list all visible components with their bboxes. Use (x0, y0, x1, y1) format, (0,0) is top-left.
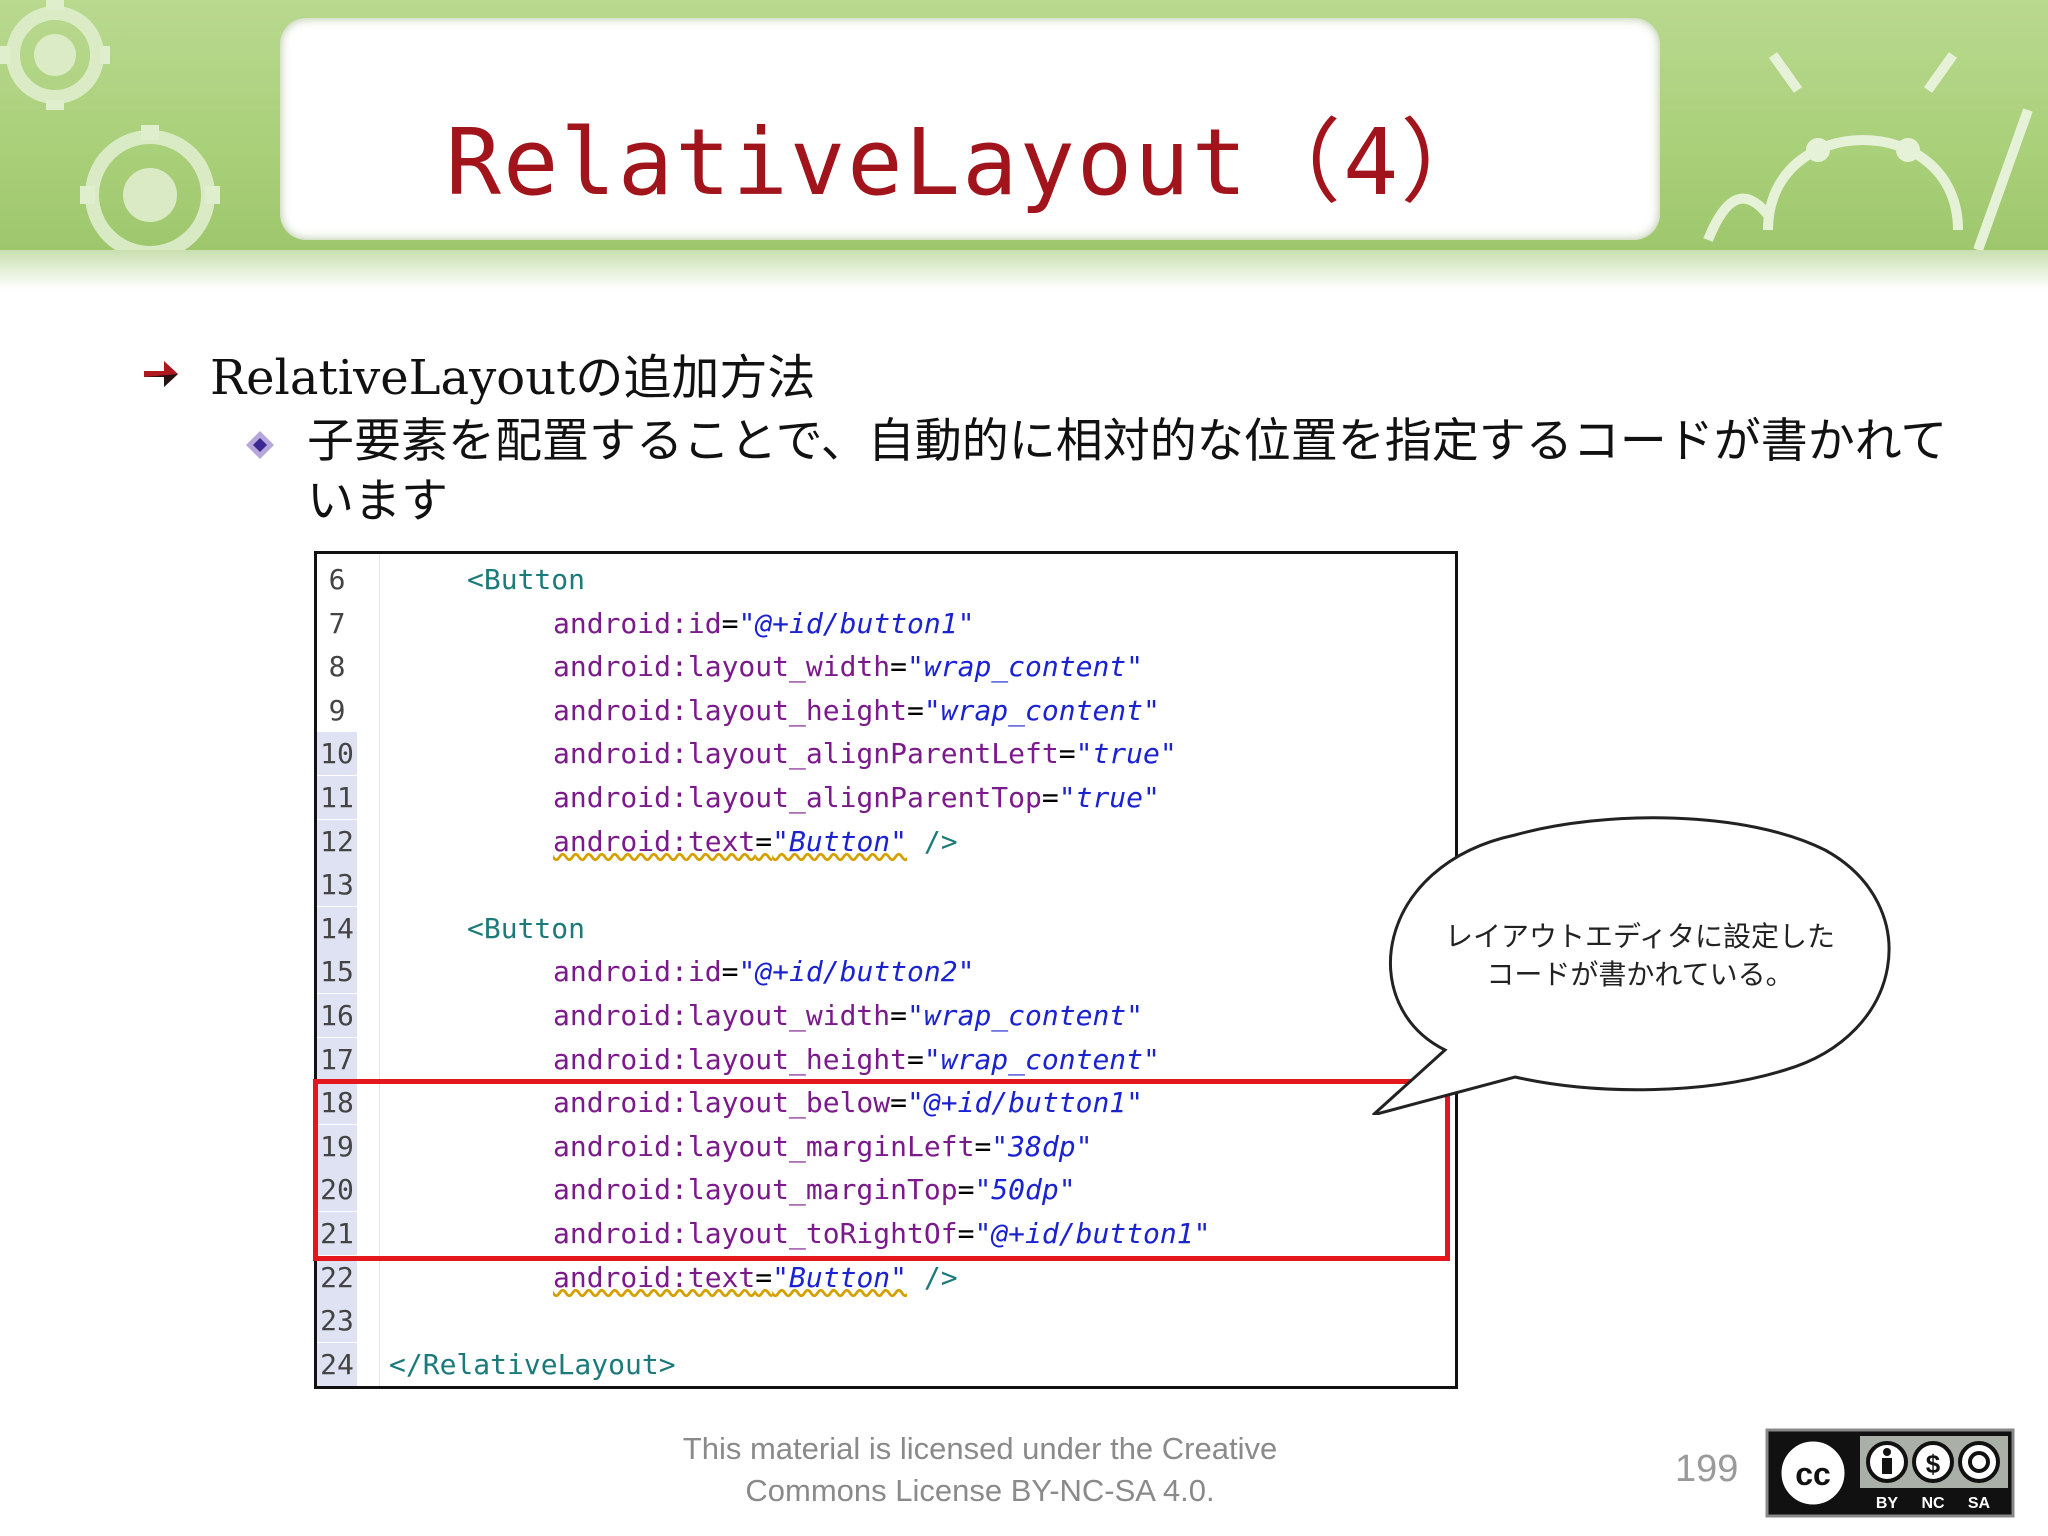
xml-tag: </RelativeLayout> (389, 1347, 676, 1381)
code-text: android:id="@+id/button2" (553, 955, 975, 989)
code-text: android:text="Button" /> (553, 1260, 958, 1294)
xml-attribute: android:layout_alignParentLeft (553, 737, 1059, 771)
gear-decoration-icon (0, 0, 220, 250)
bullet-1-text: RelativeLayoutの追加方法 (210, 350, 816, 406)
cc-by-label: BY (1876, 1495, 1899, 1512)
xml-attribute: android:id (553, 955, 722, 989)
code-line: 16 android:layout_width="wrap_content" (317, 994, 1455, 1037)
code-editor-screenshot: 6 <Button 7 android:id="@+id/button1" 8 andro… (314, 551, 1458, 1389)
code-line: 11 android:layout_alignParentTop="true" (317, 776, 1455, 819)
xml-attribute: android:layout_width (553, 999, 891, 1032)
code-line: 9 android:layout_height="wrap_content" (317, 689, 1455, 732)
code-line: 7 android:id="@+id/button1" (317, 602, 1455, 645)
svg-text:$: $ (1926, 1449, 1941, 1479)
xml-value: "Button" (772, 824, 908, 858)
diamond-bullet-icon (246, 431, 274, 459)
xml-value: "wrap_content" (907, 999, 1144, 1032)
code-text: android:id="@+id/button1" (553, 606, 975, 640)
line-number: 16 (317, 994, 357, 1037)
code-text: android:layout_alignParentLeft="true" (553, 737, 1177, 771)
code-line: 14 <Button (317, 906, 1455, 950)
banner-shadow (0, 250, 2048, 290)
xml-attribute: android:layout_height (553, 1042, 908, 1076)
line-number: 8 (328, 650, 346, 684)
xml-close: /> (907, 824, 958, 858)
slide-title: RelativeLayout（4） (445, 109, 1495, 216)
callout-text: レイアウトエディタに設定した コードが書かれている。 (1380, 918, 1900, 994)
highlight-box (313, 1079, 1450, 1261)
code-text: <Button (467, 558, 585, 601)
line-number: 7 (328, 606, 346, 640)
line-number: 17 (317, 1037, 357, 1081)
xml-value: "true" (1075, 737, 1177, 771)
line-number: 11 (317, 776, 357, 819)
line-number: 9 (328, 693, 346, 727)
bullet-level-1: RelativeLayoutの追加方法 (140, 338, 815, 408)
cc-nc-label: NC (1921, 1495, 1945, 1512)
license-text: This material is licensed under the Crea… (640, 1428, 1320, 1512)
xml-attribute: android:layout_alignParentTop (553, 781, 1042, 814)
xml-attribute: android:text (553, 824, 756, 858)
line-number: 10 (317, 732, 357, 776)
xml-tag: <Button (467, 563, 586, 596)
line-number: 13 (317, 863, 357, 907)
line-number: 14 (317, 906, 357, 950)
code-text: android:layout_width="wrap_content" (553, 999, 1144, 1032)
cc-license-badge[interactable]: cc $ BY NC SA (1765, 1428, 2015, 1518)
code-text: android:layout_height="wrap_content" (553, 1042, 1160, 1076)
xml-attribute: android:layout_width (553, 650, 891, 684)
code-line: 22 android:text="Button" /> (317, 1255, 1455, 1299)
code-line: 23 (317, 1299, 1455, 1343)
header-banner: RelativeLayout（4） (0, 0, 2048, 270)
xml-value: "Button" (772, 1260, 908, 1294)
xml-value: "wrap_content" (923, 693, 1160, 727)
line-number: 23 (317, 1299, 357, 1343)
code-line: 15 android:id="@+id/button2" (317, 950, 1455, 994)
line-number: 15 (317, 950, 357, 994)
code-text: android:layout_height="wrap_content" (553, 693, 1160, 727)
android-robot-decoration-icon (1703, 52, 2033, 252)
callout-line-2: コードが書かれている。 (1486, 958, 1794, 991)
page-number: 199 (1675, 1448, 1739, 1490)
code-text: android:text="Button" /> (553, 824, 958, 858)
line-number: 24 (317, 1342, 357, 1386)
callout-line-1: レイアウトエディタに設定した (1444, 920, 1836, 953)
code-text: <Button (467, 907, 585, 950)
line-number: 22 (317, 1255, 357, 1299)
xml-attribute: android:id (553, 606, 722, 640)
xml-tag: <Button (467, 911, 586, 945)
xml-value: "wrap_content" (923, 1042, 1160, 1076)
code-text: android:layout_width="wrap_content" (553, 650, 1144, 684)
code-line: 8 android:layout_width="wrap_content" (317, 645, 1455, 688)
license-line-1: This material is licensed under the Crea… (682, 1431, 1278, 1466)
xml-value: "@+id/button1" (738, 606, 975, 640)
code-text: </RelativeLayout> (389, 1343, 676, 1386)
bullet-level-2: 子要素を配置することで、自動的に相対的な位置を指定するコードが書かれています (245, 412, 1965, 532)
cc-text: cc (1795, 1456, 1831, 1492)
code-line: 13 (317, 863, 1455, 907)
license-line-2: Commons License BY-NC-SA 4.0. (745, 1473, 1215, 1508)
arrow-bullet-icon (144, 361, 178, 387)
xml-value: "true" (1058, 781, 1160, 814)
xml-attribute: android:layout_height (553, 693, 908, 727)
xml-value: "wrap_content" (907, 650, 1144, 684)
line-number: 12 (317, 819, 357, 863)
code-text: android:layout_alignParentTop="true" (553, 781, 1160, 814)
code-line: 17 android:layout_height="wrap_content" (317, 1037, 1455, 1081)
bullet-2-text: 子要素を配置することで、自動的に相対的な位置を指定するコードが書かれています (307, 414, 1948, 529)
line-number: 6 (328, 563, 346, 596)
code-line: 6 <Button (317, 558, 1455, 601)
xml-close: /> (907, 1260, 958, 1294)
code-line: 12 android:text="Button" /> (317, 819, 1455, 863)
xml-attribute: android:text (553, 1260, 756, 1294)
code-line: 24 </RelativeLayout> (317, 1342, 1455, 1386)
title-panel: RelativeLayout（4） (280, 18, 1660, 240)
code-line: 10 android:layout_alignParentLeft="true" (317, 732, 1455, 776)
cc-sa-label: SA (1968, 1495, 1991, 1512)
xml-value: "@+id/button2" (738, 955, 975, 989)
